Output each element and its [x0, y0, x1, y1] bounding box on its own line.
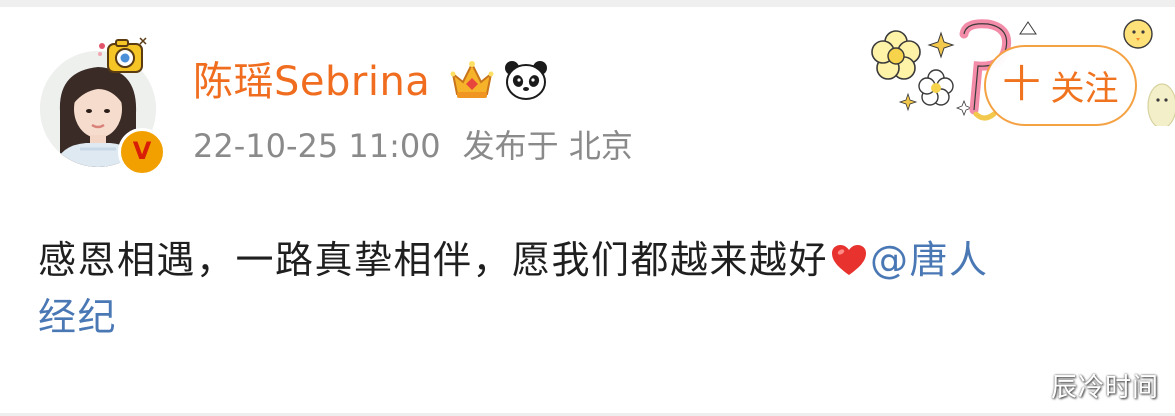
crown-icon[interactable]	[449, 58, 495, 102]
camera-pendant-icon	[98, 37, 147, 73]
follow-label: 关注	[1050, 69, 1119, 109]
post-body: 感恩相遇，一路真挚相伴，愿我们都越来越好 @唐人 经纪	[38, 232, 1138, 346]
post-location: 发布于 北京	[462, 127, 633, 165]
verified-badge: V	[118, 128, 166, 176]
watermark: 辰冷时间	[1050, 373, 1159, 403]
panda-icon[interactable]	[503, 58, 549, 102]
follow-button[interactable]: 十 关注	[984, 45, 1137, 126]
post-meta: 22-10-25 11:00 发布于 北京	[193, 124, 633, 168]
username[interactable]: 陈瑶Sebrina	[193, 56, 430, 108]
top-divider	[0, 0, 1175, 7]
post-text: 感恩相遇，一路真挚相伴，愿我们都越来越好	[38, 238, 829, 282]
plus-icon: 十	[1002, 61, 1041, 106]
post-datetime: 22-10-25 11:00	[193, 127, 441, 165]
heart-icon	[832, 245, 867, 275]
